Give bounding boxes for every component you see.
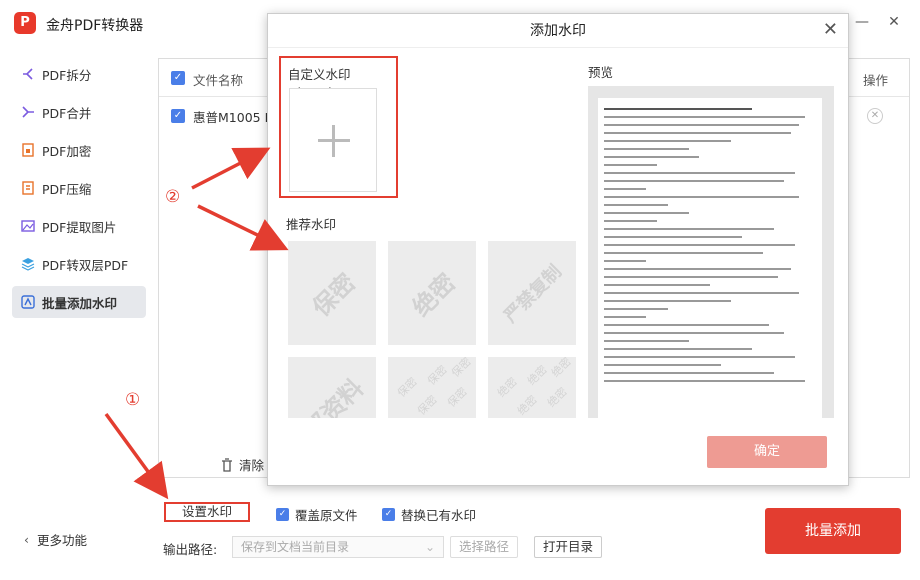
recommended-watermark-tile[interactable]: 绝密 [388, 241, 476, 345]
merge-icon [20, 104, 36, 120]
recommended-watermark-tile[interactable]: 部资料 [288, 357, 376, 418]
confirm-button[interactable]: 确定 [707, 436, 827, 468]
watermark-text: 绝密 [406, 267, 461, 322]
sidebar-item-split[interactable]: PDF拆分 [12, 58, 146, 90]
set-watermark-button[interactable]: 设置水印 [164, 502, 250, 522]
image-extract-icon [20, 218, 36, 234]
close-window-button[interactable]: ✕ [884, 12, 904, 32]
recommended-watermark-title: 推荐水印 [286, 217, 337, 232]
watermark-text: 绝密 [524, 362, 550, 388]
replace-existing-checkbox[interactable]: ✓ [382, 508, 395, 521]
output-path-label: 输出路径: [163, 542, 218, 557]
recommended-watermark-tile[interactable]: 保密 保密 保密 保密 保密 [388, 357, 476, 418]
replace-existing-label: 替换已有水印 [401, 508, 477, 523]
sidebar-item-extract-images[interactable]: PDF提取图片 [12, 210, 146, 242]
column-operations: 操作 [863, 73, 889, 88]
compress-icon [20, 180, 36, 196]
watermark-text: 保密 [306, 267, 361, 322]
preview-page [598, 98, 822, 418]
sidebar-item-encrypt[interactable]: PDF加密 [12, 134, 146, 166]
add-watermark-dialog: 添加水印 ✕ 自定义水印（0/20） 推荐水印 保密 绝密 严禁复制 部资料 保… [267, 13, 849, 486]
clear-list-button[interactable]: 清除 [221, 455, 264, 474]
custom-watermark-section: 自定义水印（0/20） [279, 56, 398, 198]
watermark-text: 保密 [444, 384, 470, 410]
sidebar-item-label: PDF加密 [42, 143, 92, 159]
sidebar-item-label: PDF拆分 [42, 67, 92, 83]
more-functions-label: 更多功能 [37, 533, 88, 548]
output-path-value: 保存到文档当前目录 [241, 540, 350, 554]
recommended-watermark-tile[interactable]: 绝密 绝密 绝密 绝密 绝密 [488, 357, 576, 418]
batch-add-button[interactable]: 批量添加 [765, 508, 901, 554]
sidebar-item-batch-watermark[interactable]: 批量添加水印 [12, 286, 146, 318]
chevron-left-icon: ‹ [24, 532, 29, 547]
file-row-name: 惠普M1005 M [193, 110, 276, 125]
sidebar-item-compress[interactable]: PDF压缩 [12, 172, 146, 204]
sidebar-item-merge[interactable]: PDF合并 [12, 96, 146, 128]
sidebar-item-label: 批量添加水印 [42, 295, 118, 311]
cover-original-checkbox[interactable]: ✓ [276, 508, 289, 521]
app-title: 金舟PDF转换器 [46, 18, 144, 34]
layers-icon [20, 256, 36, 272]
watermark-text: 绝密 [548, 357, 574, 380]
sidebar-item-label: PDF提取图片 [42, 219, 117, 235]
sidebar: PDF拆分 PDF合并 PDF加密 PDF压缩 PDF提取图片 PDF转双层PD… [0, 48, 155, 580]
plus-icon-vertical [332, 125, 335, 157]
watermark-icon [20, 294, 36, 310]
trash-icon [222, 457, 232, 472]
sidebar-item-label: PDF合并 [42, 105, 92, 121]
watermark-text: 保密 [424, 362, 450, 388]
delete-file-icon[interactable]: ✕ [867, 108, 883, 124]
watermark-text: 保密 [394, 374, 420, 400]
preview-title: 预览 [588, 65, 614, 80]
clear-label: 清除 [239, 458, 265, 473]
preview-area [588, 86, 834, 418]
open-directory-button[interactable]: 打开目录 [534, 536, 602, 558]
cover-original-label: 覆盖原文件 [295, 508, 358, 523]
watermark-text: 绝密 [494, 374, 520, 400]
encrypt-icon [20, 142, 36, 158]
sidebar-item-label: PDF压缩 [42, 181, 92, 197]
output-path-select[interactable]: 保存到文档当前目录 ⌄ [232, 536, 444, 558]
minimize-button[interactable]: — [852, 12, 872, 32]
select-all-checkbox[interactable]: ✓ [171, 71, 185, 85]
replace-existing-option[interactable]: ✓ 替换已有水印 [382, 505, 476, 524]
more-functions-link[interactable]: ‹ 更多功能 [24, 530, 87, 549]
dialog-title: 添加水印 [268, 14, 848, 48]
sidebar-item-double-layer[interactable]: PDF转双层PDF [12, 248, 146, 280]
add-custom-watermark-button[interactable] [289, 88, 377, 192]
split-icon [20, 66, 36, 82]
annotation-number-two: ② [165, 187, 181, 207]
row-checkbox[interactable]: ✓ [171, 109, 185, 123]
close-icon[interactable]: ✕ [823, 20, 838, 40]
chevron-down-icon: ⌄ [424, 540, 435, 554]
watermark-text: 严禁复制 [500, 261, 566, 327]
watermark-text: 部资料 [298, 373, 370, 418]
watermark-text: 绝密 [544, 384, 570, 410]
watermark-text: 保密 [414, 392, 440, 418]
recommended-watermark-tile[interactable]: 保密 [288, 241, 376, 345]
recommended-watermark-tile[interactable]: 严禁复制 [488, 241, 576, 345]
annotation-number-one: ① [125, 390, 141, 410]
column-file-name: 文件名称 [193, 73, 244, 88]
choose-path-button[interactable]: 选择路径 [450, 536, 518, 558]
sidebar-item-label: PDF转双层PDF [42, 257, 129, 273]
cover-original-option[interactable]: ✓ 覆盖原文件 [276, 505, 358, 524]
watermark-text: 绝密 [514, 392, 540, 418]
app-logo: P [14, 12, 36, 34]
watermark-text: 保密 [448, 357, 474, 380]
